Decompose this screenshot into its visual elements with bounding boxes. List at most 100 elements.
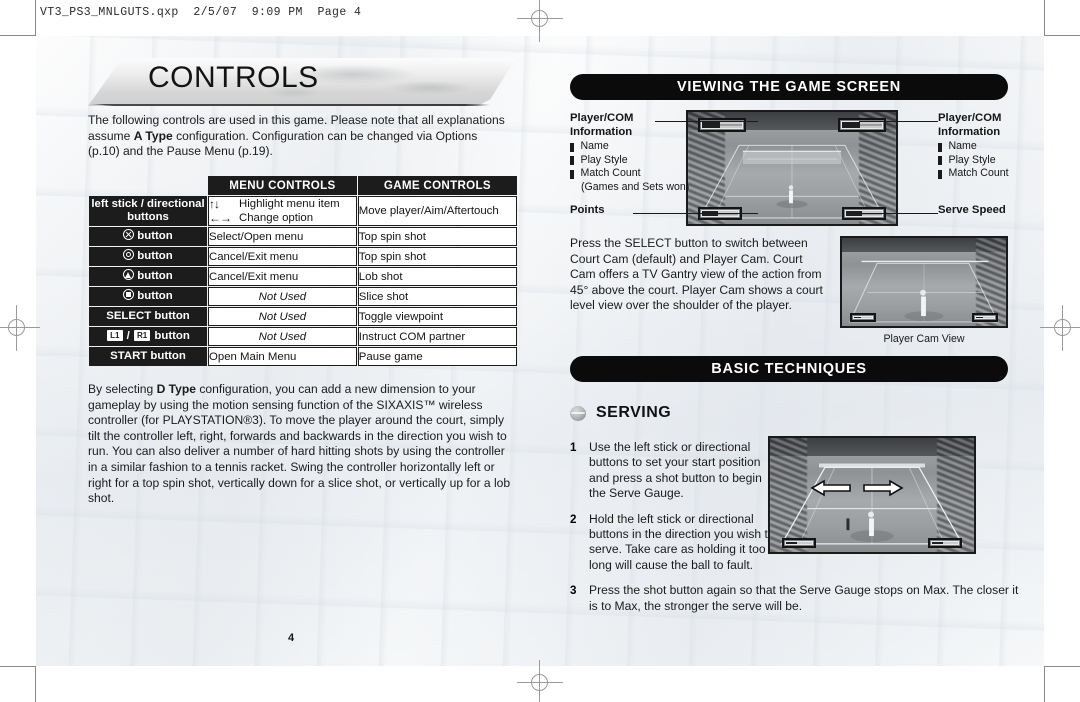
leader-line-points <box>633 213 758 215</box>
page-number-left: 4 <box>288 632 295 644</box>
menu-control-text: Highlight menu item <box>239 198 340 210</box>
registration-mark-right <box>1040 305 1080 351</box>
serve-direction-arrow-right <box>862 479 904 497</box>
control-key-cell: left stick / directional buttons <box>89 196 207 226</box>
callout-left-item-name: Name <box>580 140 609 153</box>
control-key-cell: button <box>89 267 207 286</box>
serving-step: 3 Press the shot button again so that the… <box>570 583 1020 614</box>
menu-control-cell: Select/Open menu <box>208 227 357 246</box>
game-screen-screenshot <box>686 110 898 226</box>
right-page: VIEWING THE GAME SCREEN Player/COM Infor… <box>540 36 1044 666</box>
list-item: Match Count <box>938 167 1048 181</box>
cross-button-icon <box>123 229 135 241</box>
registration-mark-left <box>0 305 40 351</box>
leader-line-serve-speed <box>859 213 938 215</box>
table-row: left stick / directional buttons ↑↓ Highli… <box>89 196 517 226</box>
table-row: START button Open Main Menu Pause game <box>89 347 517 366</box>
list-item: Play Style <box>938 154 1048 168</box>
callout-left-item-playstyle: Play Style <box>580 153 628 166</box>
section-header-basic-label: BASIC TECHNIQUES <box>711 361 867 377</box>
game-control-cell: Toggle viewpoint <box>357 307 517 326</box>
section-header-viewing-label: VIEWING THE GAME SCREEN <box>677 79 901 95</box>
callout-left-subnote: (Games and Sets won) <box>581 180 690 193</box>
callout-player-com-right: Player/COM Information Name Play Style M… <box>938 112 1048 181</box>
page-title: CONTROLS <box>148 61 319 94</box>
table-header-blank <box>89 176 207 195</box>
table-header-menu-controls: MENU CONTROLS <box>208 176 357 195</box>
game-control-cell: Lob shot <box>357 267 517 286</box>
table-header-game-controls: GAME CONTROLS <box>357 176 517 195</box>
control-key-label: left stick / directional buttons <box>91 197 205 224</box>
control-key-label: button <box>137 270 173 283</box>
control-key-cell: button <box>89 247 207 266</box>
registration-mark-bottom <box>517 660 563 702</box>
menu-control-cell: Not Used <box>208 287 357 306</box>
table-row: L1 / R1 button Not Used Instruct COM partn… <box>89 327 517 346</box>
game-control-cell: Top spin shot <box>357 227 517 246</box>
player-cam-hud-left <box>850 313 876 322</box>
game-control-cell: Pause game <box>357 347 517 366</box>
control-key-cell: SELECT button <box>89 307 207 326</box>
bullet-icon <box>938 142 942 152</box>
control-key-cell: button <box>89 227 207 246</box>
camera-description-paragraph: Press the SELECT button to switch betwee… <box>570 236 823 312</box>
callout-right-item-matchcount: Match Count <box>948 167 1009 180</box>
crop-mark-top-left <box>0 0 36 36</box>
callout-left-item-matchcount: Match Count <box>580 167 641 180</box>
menu-control-text: Change option <box>239 212 314 224</box>
serve-direction-arrow-left <box>810 479 852 497</box>
serving-step-text: Hold the left stick or directional butto… <box>589 511 775 572</box>
dtype-paragraph: By selecting D Type configuration, you c… <box>88 382 511 506</box>
menu-control-line: ↑↓ Highlight menu item <box>209 197 356 211</box>
list-item: Match Count <box>570 167 690 181</box>
bullet-icon <box>938 156 942 166</box>
menu-control-cell: Not Used <box>208 327 357 346</box>
control-key-cell: button <box>89 287 207 306</box>
serving-heading: SERVING <box>570 404 671 422</box>
serving-hud-points <box>782 538 816 548</box>
callout-right-list: Name Play Style Match Count <box>938 140 1048 181</box>
game-control-cell: Top spin shot <box>357 247 517 266</box>
table-row: button Not Used Slice shot <box>89 287 517 306</box>
circle-button-icon <box>123 249 135 261</box>
controls-table: MENU CONTROLS GAME CONTROLS left stick / d… <box>88 175 518 367</box>
left-right-arrow-icon: ←→ <box>209 211 232 225</box>
bullet-icon <box>938 169 942 179</box>
section-header-basic-techniques: BASIC TECHNIQUES <box>570 356 1008 382</box>
menu-control-cell: ↑↓ Highlight menu item ←→ Change option <box>208 196 357 226</box>
l1-button-icon: L1 <box>107 330 123 342</box>
print-filestamp: VT3_PS3_MNLGUTS.qxp 2/5/07 9:09 PM Page … <box>40 6 362 19</box>
serving-step-number: 1 <box>570 441 577 454</box>
serving-step-text: Press the shot button again so that the … <box>589 583 1019 613</box>
square-button-icon <box>123 289 135 301</box>
control-key-label: button <box>151 329 190 342</box>
control-key-label: button <box>137 290 173 303</box>
r1-button-icon: R1 <box>134 330 151 342</box>
manual-spread-page: VT3_PS3_MNLGUTS.qxp 2/5/07 9:09 PM Page … <box>0 0 1080 702</box>
callout-right-item-playstyle: Play Style <box>948 153 996 166</box>
control-key-label: button <box>137 230 173 243</box>
serving-hud-speed <box>928 538 962 548</box>
control-key-label: START button <box>110 349 186 362</box>
crop-mark-bottom-right <box>1044 666 1080 702</box>
menu-control-cell: Open Main Menu <box>208 347 357 366</box>
bullet-icon <box>570 156 574 166</box>
leader-line-player2 <box>859 121 938 123</box>
banner-edge <box>88 104 516 106</box>
table-header-row: MENU CONTROLS GAME CONTROLS <box>89 176 517 195</box>
callout-left-header-2: Information <box>570 125 633 138</box>
list-item: Name <box>570 140 690 154</box>
menu-control-line: ←→ Change option <box>209 211 356 225</box>
crop-mark-top-right <box>1044 0 1080 36</box>
game-control-cell: Move player/Aim/Aftertouch <box>357 196 517 226</box>
serving-step-text: Use the left stick or directional button… <box>589 440 762 501</box>
menu-control-cell: Cancel/Exit menu <box>208 267 357 286</box>
game-control-cell: Slice shot <box>357 287 517 306</box>
list-item: Name <box>938 140 1048 154</box>
player-cam-hud-right <box>972 313 998 322</box>
serving-screenshot <box>768 436 976 554</box>
serving-step-number: 3 <box>570 584 577 598</box>
callout-right-header-2: Information <box>938 125 1001 138</box>
left-page: CONTROLS The following controls are used… <box>36 36 540 666</box>
list-item: Play Style <box>570 154 690 168</box>
